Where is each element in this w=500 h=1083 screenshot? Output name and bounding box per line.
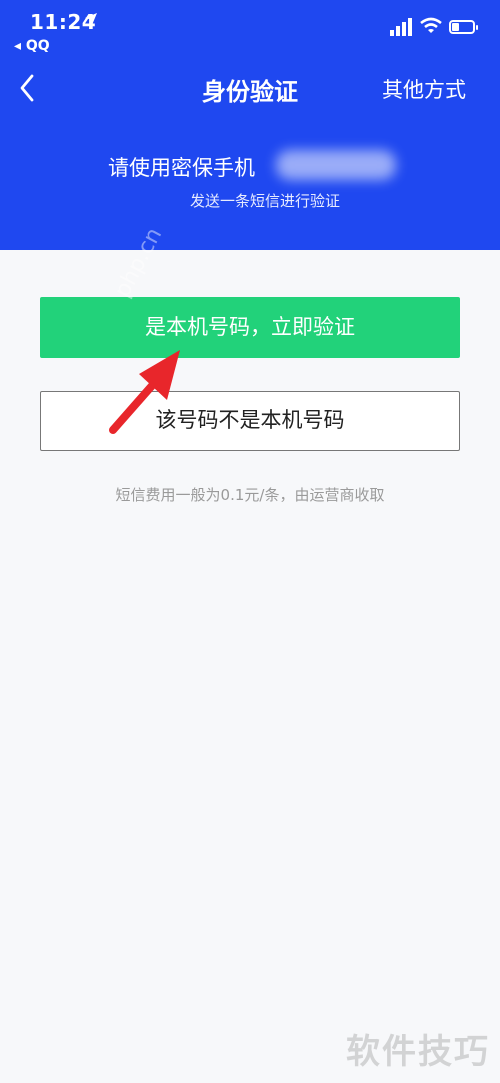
battery-level [452, 23, 459, 31]
prompt-sub-text: 发送一条短信进行验证 [189, 192, 340, 210]
other-methods-button[interactable]: 其他方式 [382, 74, 466, 104]
status-bar: 11:24 ◂ QQ [0, 0, 500, 60]
header: 11:24 ◂ QQ 身份验证 其他方式 请使用密保手机 发送一条短信进行验证 [0, 0, 500, 250]
blurred-phone-number [276, 150, 396, 180]
cellular-signal-icon [390, 18, 412, 36]
not-my-number-button[interactable]: 该号码不是本机号码 [40, 391, 460, 451]
watermark-corner: 软件技巧 [346, 1032, 490, 1072]
prompt-main-text: 请使用密保手机 [108, 156, 255, 180]
confirm-verify-button[interactable]: 是本机号码，立即验证 [40, 297, 460, 358]
wifi-icon [420, 17, 442, 33]
back-to-app-link[interactable]: ◂ QQ [14, 38, 50, 54]
battery-icon [449, 20, 478, 34]
sms-fee-note: 短信费用一般为0.1元/条，由运营商收取 [115, 486, 385, 504]
annotation-arrow-icon [109, 350, 180, 434]
location-arrow-icon [85, 13, 97, 25]
